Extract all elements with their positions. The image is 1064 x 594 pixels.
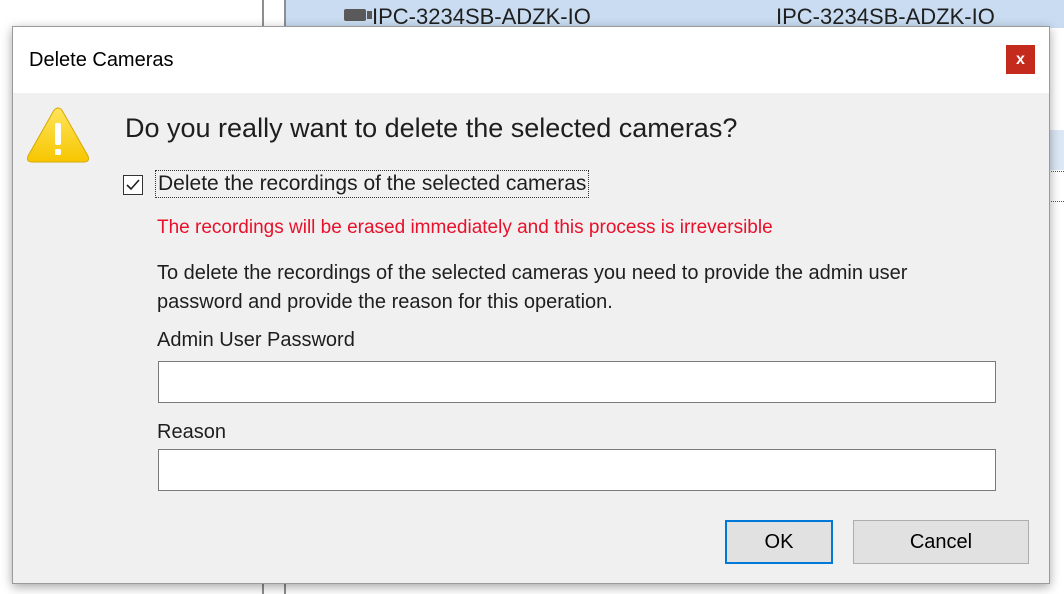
delete-cameras-dialog: Delete Cameras x Do you really want to d…: [12, 26, 1050, 584]
reason-label: Reason: [157, 421, 226, 443]
background-camera-row[interactable]: IPC-3234SB-ADZK-IO IPC-3234SB-ADZK-IO: [286, 0, 1064, 29]
irreversible-warning: The recordings will be erased immediatel…: [157, 217, 773, 238]
close-button[interactable]: x: [1006, 45, 1035, 74]
password-label: Admin User Password: [157, 329, 355, 351]
password-requirement-info: To delete the recordings of the selected…: [157, 262, 908, 313]
delete-recordings-checkbox[interactable]: [123, 175, 143, 195]
admin-password-input[interactable]: [158, 361, 996, 403]
reason-input[interactable]: [158, 449, 996, 491]
ok-button[interactable]: OK: [725, 520, 833, 564]
delete-recordings-label[interactable]: Delete the recordings of the selected ca…: [155, 170, 590, 198]
warning-icon: [27, 107, 89, 163]
cancel-button[interactable]: Cancel: [853, 520, 1029, 564]
camera-icon: [344, 9, 372, 21]
confirmation-question: Do you really want to delete the selecte…: [125, 113, 738, 143]
dialog-titlebar[interactable]: Delete Cameras x: [13, 27, 1049, 93]
checkmark-icon: [126, 179, 140, 191]
dialog-title: Delete Cameras: [29, 49, 174, 71]
close-icon: x: [1016, 50, 1025, 68]
